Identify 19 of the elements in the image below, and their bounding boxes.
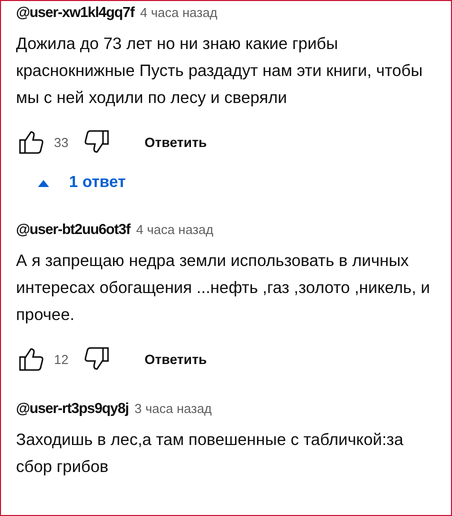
comment-author[interactable]: @user-xw1kl4gq7f [16, 5, 134, 21]
reply-button[interactable]: Ответить [140, 128, 211, 156]
reply-button[interactable]: Ответить [140, 346, 211, 372]
comment-text: А я запрещаю недра земли использовать в личных интересах обогащения ...нефть ,газ ,золото ,никель, и прочее. [16, 251, 432, 326]
comment-author[interactable]: @user-bt2uu6ot3f [16, 222, 130, 238]
thumbs-down-icon [84, 346, 110, 372]
like-count: 12 [54, 352, 68, 366]
thumbs-down-icon [84, 129, 110, 155]
replies-toggle[interactable]: 1 ответ [28, 166, 136, 200]
comment-text: Заходишь в лес,а там повешенные с табличкой:за сбор грибов [16, 430, 404, 478]
comment-text: Дожила до 73 лет но ни знаю какие грибы краснокнижные Пусть раздадут нам эти книги, чтобы мы с ней ходили по лесу и сверяли [16, 34, 424, 109]
comment-time: 4 часа назад [136, 222, 214, 237]
caret-icon [38, 180, 49, 186]
comment-time: 3 часа назад [134, 401, 212, 416]
comment-time: 4 часа назад [140, 5, 218, 20]
thumbs-up-icon [18, 129, 44, 155]
thumbs-up-icon [18, 346, 44, 372]
like-count: 33 [54, 134, 68, 150]
comment-author[interactable]: @user-rt3ps9qy8j [16, 401, 129, 417]
